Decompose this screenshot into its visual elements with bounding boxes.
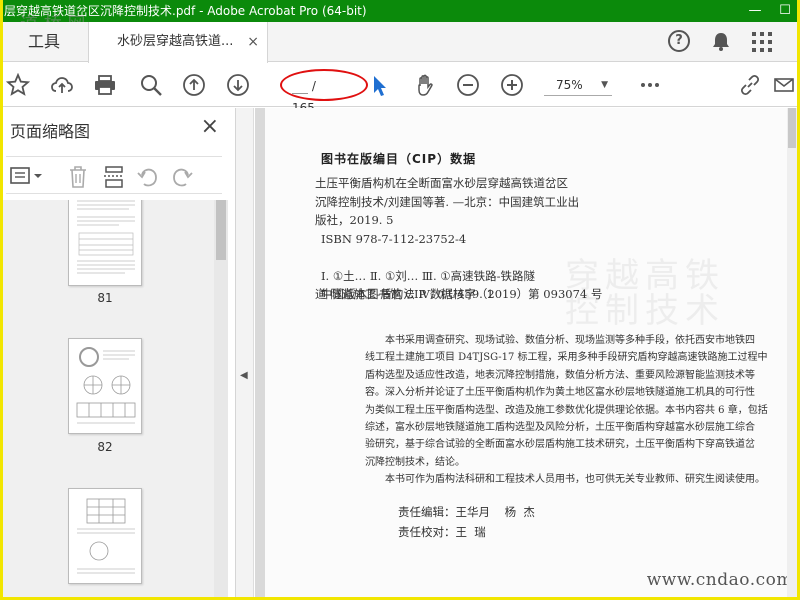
yellow-frame-border: [0, 0, 800, 600]
